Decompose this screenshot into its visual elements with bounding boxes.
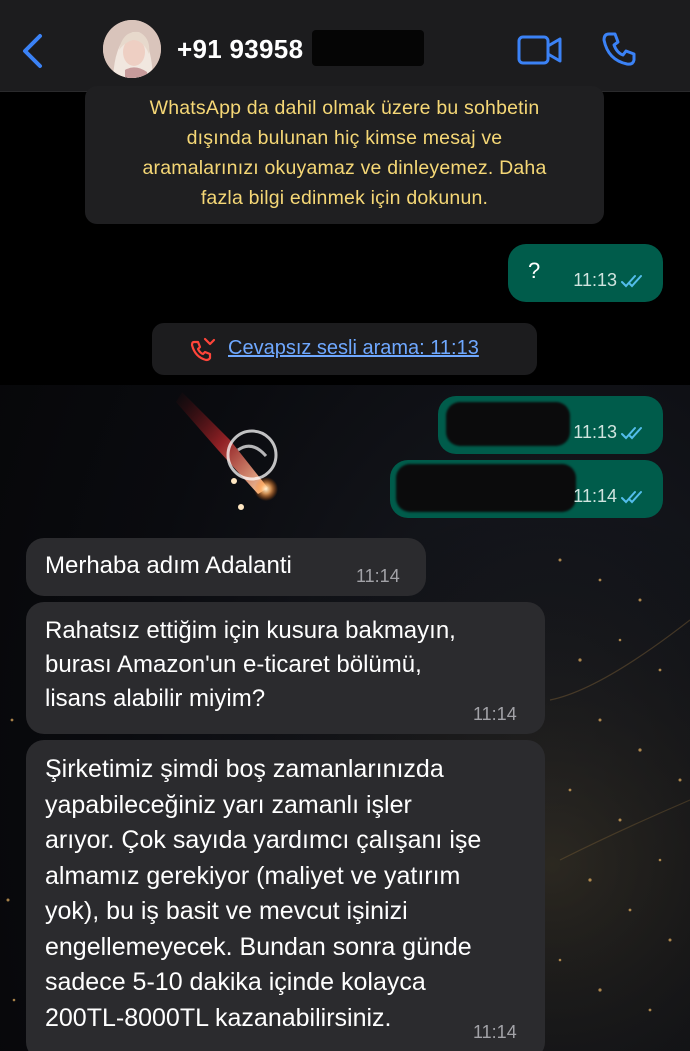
message-time: 11:13	[573, 422, 617, 442]
video-camera-icon	[517, 35, 562, 65]
encryption-notice[interactable]: WhatsApp da dahil olmak üzere bu sohbeti…	[85, 86, 604, 224]
message-text: Şirketimiz şimdi boş zamanlarınızda yapa…	[45, 752, 481, 1036]
message-time: 11:14	[356, 566, 400, 586]
message-line: 200TL-8000TL kazanabilirsiniz.	[45, 1003, 392, 1032]
notice-line: fazla bilgi edinmek için dokunun.	[200, 187, 489, 209]
name-redaction	[312, 30, 424, 66]
missed-call-text[interactable]: Cevapsız sesli arama: 11:13	[228, 337, 479, 360]
voice-call-button[interactable]	[600, 30, 638, 68]
incoming-message[interactable]: Şirketimiz şimdi boş zamanlarınızda yapa…	[26, 740, 545, 1051]
missed-call-icon	[190, 337, 216, 362]
outgoing-message[interactable]: 11:13	[438, 396, 663, 454]
video-call-button[interactable]	[517, 34, 563, 66]
message-line: sadece 5-10 dakika içinde kolayca	[45, 968, 426, 996]
phone-icon	[602, 32, 636, 66]
message-line: yapabileceğiniz yarı zamanlı işler	[45, 790, 412, 819]
incoming-message[interactable]: Merhaba adım Adalanti 11:14	[26, 538, 426, 596]
message-time: 11:14	[573, 486, 617, 506]
message-redaction	[396, 464, 576, 512]
contact-name[interactable]: +91 93958	[177, 34, 303, 65]
message-line: Rahatsız ettiğim için kusura bakmayın,	[45, 617, 456, 644]
message-line: Şirketimiz şimdi boş zamanlarınızda	[45, 755, 444, 783]
message-meta: 11:13	[573, 422, 647, 443]
message-line: almamız gerekiyor (maliyet ve yatırım	[45, 861, 461, 890]
notice-line: dışında bulunan hiç kimse mesaj ve	[186, 127, 503, 149]
message-meta: 11:14	[573, 486, 647, 507]
message-line: engellemeyecek. Bundan sonra günde	[45, 932, 472, 961]
double-check-read-icon	[621, 491, 642, 504]
message-text: Rahatsız ettiğim için kusura bakmayın, b…	[45, 614, 456, 716]
missed-call-notice[interactable]: Cevapsız sesli arama: 11:13	[152, 323, 537, 375]
notice-line: WhatsApp da dahil olmak üzere bu sohbeti…	[149, 97, 540, 119]
message-time: 11:14	[473, 1022, 517, 1042]
chat-header: +91 93958	[0, 0, 690, 92]
message-line: arıyor. Çok sayıda yardımcı çalışanı işe	[45, 826, 482, 854]
message-time: 11:14	[473, 704, 517, 724]
message-line: burası Amazon'un e-ticaret bölümü,	[45, 651, 422, 678]
back-button[interactable]	[14, 30, 50, 72]
notice-line: aramalarınızı okuyamaz ve dinleyemez. Da…	[142, 157, 547, 179]
message-meta: 11:13	[573, 270, 647, 291]
outgoing-message[interactable]: 11:14	[390, 460, 663, 518]
avatar-photo	[103, 20, 161, 78]
message-text: ?	[528, 258, 541, 283]
outgoing-message[interactable]: ? 11:13	[508, 244, 663, 302]
message-time: 11:13	[573, 270, 617, 290]
message-line: yok), bu iş basit ve mevcut işinizi	[45, 897, 408, 925]
contact-avatar[interactable]	[103, 20, 161, 78]
chevron-left-icon	[23, 34, 42, 68]
message-line: lisans alabilir miyim?	[45, 685, 266, 712]
message-redaction	[446, 402, 570, 446]
message-text: Merhaba adım Adalanti	[45, 552, 292, 579]
incoming-message[interactable]: Rahatsız ettiğim için kusura bakmayın, b…	[26, 602, 545, 734]
double-check-read-icon	[621, 275, 642, 288]
double-check-read-icon	[621, 427, 642, 440]
